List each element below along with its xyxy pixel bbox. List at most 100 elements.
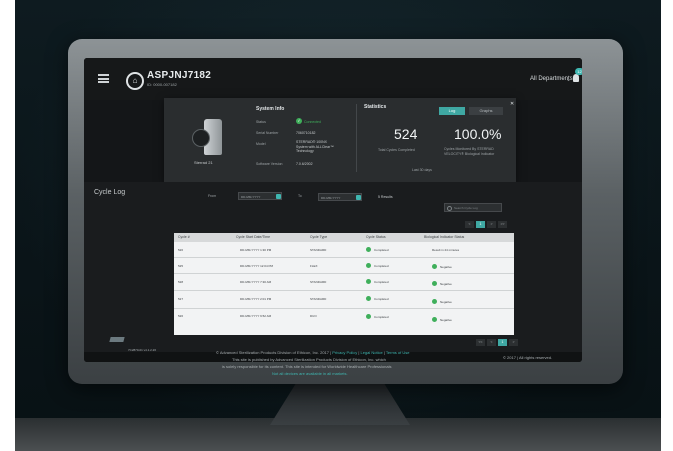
from-label: From xyxy=(208,194,217,198)
row-divider xyxy=(174,290,514,291)
cell-type: DUO xyxy=(310,314,317,318)
cell-status: Completed xyxy=(374,264,389,268)
version-text: 7C2870-01 v4.1.2.26 xyxy=(128,348,157,352)
bi-percent: 100.0% xyxy=(454,126,502,142)
cell-bi: Negative xyxy=(440,318,452,322)
cell-date: DD-MM-YYYY 7:30 AM xyxy=(240,280,272,284)
cell-date: DD-MM-YYYY 9:52 AM xyxy=(240,314,272,318)
status-label: Status xyxy=(256,120,266,124)
legal-link[interactable]: Legal Notice xyxy=(360,350,382,355)
bell-icon[interactable] xyxy=(573,74,579,82)
page-next-button[interactable]: > xyxy=(487,221,496,228)
check-icon xyxy=(432,299,437,304)
cell-bi: Negative xyxy=(440,300,452,304)
page-1-button[interactable]: 1 xyxy=(476,221,485,228)
serial-value: 7060710182 xyxy=(296,131,316,135)
search-input[interactable]: Search Cycle Log xyxy=(444,203,502,212)
table-row[interactable]: 526 xyxy=(178,248,183,252)
check-icon xyxy=(366,279,371,284)
check-icon xyxy=(432,317,437,322)
home-icon[interactable]: ⌂ xyxy=(126,72,144,90)
app-screen: ⌂ ASPJNJ7182 ID: 0000-007182 All Departm… xyxy=(84,58,582,362)
page-prev-button[interactable]: < xyxy=(487,339,496,346)
page-1-button[interactable]: 1 xyxy=(498,339,507,346)
footer-copyright-line: © Advanced Sterilization Products Divisi… xyxy=(216,350,410,355)
system-info-title: System Info xyxy=(256,106,285,112)
cell-status: Completed xyxy=(374,280,389,284)
check-icon xyxy=(432,281,437,286)
cell-type: STANDARD xyxy=(310,297,327,301)
privacy-link[interactable]: Privacy Policy xyxy=(332,350,357,355)
page-prev-button[interactable]: < xyxy=(465,221,474,228)
footer-line1: © Advanced Sterilization Products Divisi… xyxy=(216,350,332,355)
cell-date: DD-MM-YYYY 2:01 PM xyxy=(240,297,272,301)
table-row[interactable]: 526 xyxy=(178,314,183,318)
col-bi-status[interactable]: Biological Indicator Status xyxy=(424,235,464,239)
check-icon xyxy=(366,263,371,268)
bi-percent-label: Cycles Monitored By STERRAD VELOCITY® Bi… xyxy=(444,147,495,156)
cell-bi: Result in 24 minutes xyxy=(432,248,460,252)
statistics-title: Statistics xyxy=(364,104,387,110)
asp-logo xyxy=(109,337,125,342)
cell-bi: Negative xyxy=(440,265,452,269)
page-last-button[interactable]: >> xyxy=(498,221,507,228)
search-icon xyxy=(447,206,452,211)
total-cycles-label: Total Cycles Completed xyxy=(378,148,415,152)
cycle-table xyxy=(174,233,514,335)
tab-graphs[interactable]: Graphs xyxy=(469,107,503,115)
model-value: STERRAD® 100NX System with ALLClear™ Tec… xyxy=(296,140,334,153)
footer-line4: Not all devices are available in all mar… xyxy=(272,371,348,376)
footer-rights: © 2017 | All rights reserved. xyxy=(503,355,553,360)
col-cycle-type[interactable]: Cycle Type xyxy=(310,235,327,239)
check-icon: ✓ xyxy=(296,118,302,124)
calendar-icon[interactable] xyxy=(276,194,281,199)
chevron-down-icon[interactable]: ⌄ xyxy=(566,76,571,83)
col-start-date[interactable]: Cycle Start Date/Time xyxy=(236,235,270,239)
cell-bi: Negative xyxy=(440,282,452,286)
cell-type: FLEX xyxy=(310,264,318,268)
check-icon xyxy=(366,296,371,301)
table-row[interactable]: 525 xyxy=(178,264,183,268)
panel-divider xyxy=(356,104,357,172)
menu-icon[interactable] xyxy=(98,74,109,83)
serial-label: Serial Number xyxy=(256,131,279,135)
table-row[interactable]: 528 xyxy=(178,280,183,284)
cell-date: DD-MM-YYYY 1:30 PM xyxy=(240,248,272,252)
model-label: Model xyxy=(256,142,266,146)
notification-badge: 12 xyxy=(575,68,582,75)
page-next-button[interactable]: > xyxy=(509,339,518,346)
check-icon xyxy=(432,264,437,269)
to-label: To xyxy=(298,194,302,198)
page-first-button[interactable]: << xyxy=(476,339,485,346)
software-value: 7.0.6/2002 xyxy=(296,162,313,166)
device-subtitle: ID: 0000-007182 xyxy=(147,82,177,87)
terms-link[interactable]: Terms of Use xyxy=(386,350,410,355)
device-title: ASPJNJ7182 xyxy=(147,70,212,81)
cell-type: STANDARD xyxy=(310,280,327,284)
tab-log[interactable]: Log xyxy=(439,107,465,115)
footer-line2: This site is published by Advanced Steri… xyxy=(232,357,386,362)
cell-type: STANDARD xyxy=(310,248,327,252)
cell-status: Completed xyxy=(374,297,389,301)
row-divider xyxy=(174,273,514,274)
close-icon[interactable]: ✕ xyxy=(510,101,514,107)
cell-status: Completed xyxy=(374,315,389,319)
col-cycle-number[interactable]: Cycle # xyxy=(178,235,190,239)
cycle-log-title: Cycle Log xyxy=(94,189,126,196)
device-label: Sterrad 21 xyxy=(194,160,213,165)
calendar-icon[interactable] xyxy=(356,195,361,200)
row-divider xyxy=(174,257,514,258)
row-divider xyxy=(174,308,514,309)
total-cycles: 524 xyxy=(394,126,418,142)
footer-line3: is solely responsible for its content. T… xyxy=(222,364,392,369)
period-label: Last 30 days xyxy=(412,168,432,172)
col-cycle-status[interactable]: Cycle Status xyxy=(366,235,386,239)
status-value: Connected xyxy=(304,120,321,124)
cell-date: DD-MM-YYYY 12:04 PM xyxy=(240,264,273,268)
check-icon xyxy=(366,314,371,319)
sterilizer-door xyxy=(192,129,210,147)
results-count: 5 Results xyxy=(378,195,393,199)
check-icon xyxy=(366,247,371,252)
table-row[interactable]: 527 xyxy=(178,297,183,301)
software-label: Software Version xyxy=(256,162,283,166)
